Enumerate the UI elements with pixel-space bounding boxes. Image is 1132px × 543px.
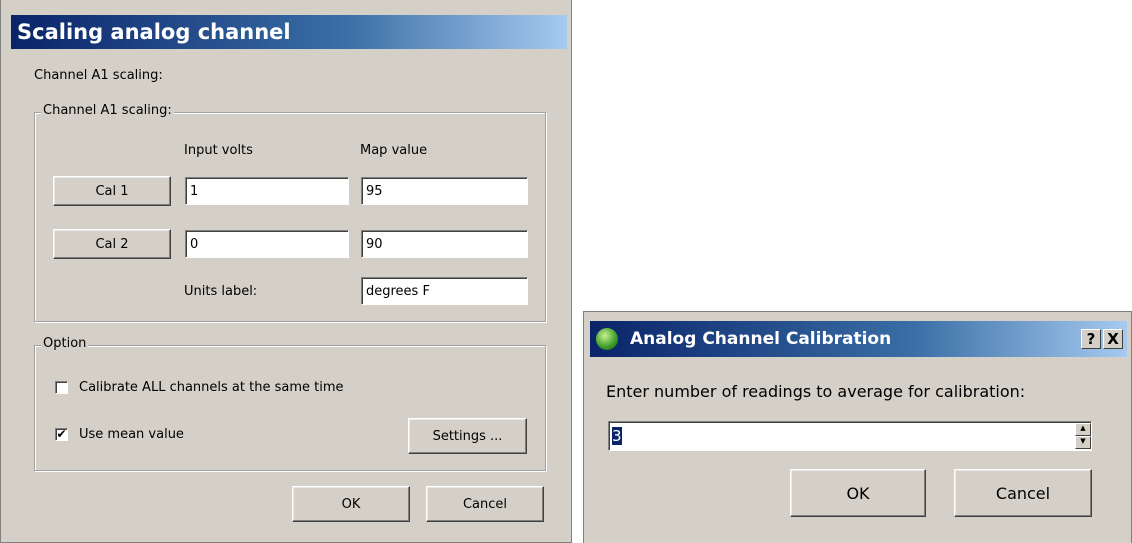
calibration-cancel-button[interactable]: Cancel: [954, 469, 1092, 517]
cal-1-button[interactable]: Cal 1: [53, 176, 171, 206]
channel-scaling-legend: Channel A1 scaling:: [41, 103, 174, 118]
cal-2-map-value[interactable]: 90: [361, 230, 528, 258]
ok-label: OK: [341, 496, 361, 512]
calibration-ok-label: OK: [846, 483, 870, 503]
readings-value: 3: [612, 427, 622, 445]
readings-prompt: Enter number of readings to average for …: [606, 382, 1026, 401]
calibrate-all-checkbox[interactable]: [55, 381, 68, 394]
calibration-cancel-label: Cancel: [995, 483, 1051, 503]
cal-2-input-volts[interactable]: 0: [185, 230, 349, 258]
spin-down-icon[interactable]: ▼: [1075, 436, 1091, 449]
cal-2-button[interactable]: Cal 2: [53, 229, 171, 259]
checkmark-icon: ✔: [56, 427, 67, 441]
settings-button[interactable]: Settings ...: [408, 418, 527, 454]
scaling-title: Scaling analog channel: [17, 20, 291, 44]
calibration-ok-button[interactable]: OK: [790, 469, 926, 517]
calibrate-all-label[interactable]: Calibrate ALL channels at the same time: [79, 380, 343, 395]
input-volts-header: Input volts: [184, 143, 253, 158]
readings-input[interactable]: 3: [608, 421, 1092, 451]
settings-label: Settings ...: [432, 428, 503, 444]
spin-up-icon[interactable]: ▲: [1075, 423, 1091, 436]
cal-1-input-volts[interactable]: 1: [185, 177, 349, 205]
cal-2-label: Cal 2: [95, 236, 129, 252]
calibration-dialog: Analog Channel Calibration ? X Enter num…: [583, 311, 1132, 543]
cancel-label: Cancel: [462, 496, 508, 512]
ok-button[interactable]: OK: [292, 486, 410, 522]
scaling-dialog: Scaling analog channel Channel A1 scalin…: [0, 0, 572, 543]
units-label: Units label:: [184, 284, 258, 299]
cancel-button[interactable]: Cancel: [426, 486, 544, 522]
help-icon[interactable]: ?: [1081, 329, 1101, 349]
channel-heading: Channel A1 scaling:: [34, 68, 163, 83]
cal-1-map-value[interactable]: 95: [361, 177, 528, 205]
units-input[interactable]: degrees F: [361, 277, 528, 305]
calibration-title-bar[interactable]: Analog Channel Calibration ? X: [590, 321, 1127, 357]
globe-icon: [596, 328, 618, 350]
calibration-title: Analog Channel Calibration: [630, 329, 892, 349]
map-value-header: Map value: [360, 143, 428, 158]
cal-1-label: Cal 1: [95, 183, 129, 199]
use-mean-checkbox[interactable]: ✔: [55, 428, 68, 441]
scaling-title-bar[interactable]: Scaling analog channel: [11, 15, 567, 49]
use-mean-label[interactable]: Use mean value: [79, 427, 184, 442]
close-icon[interactable]: X: [1103, 329, 1123, 349]
option-legend: Option: [41, 336, 89, 351]
